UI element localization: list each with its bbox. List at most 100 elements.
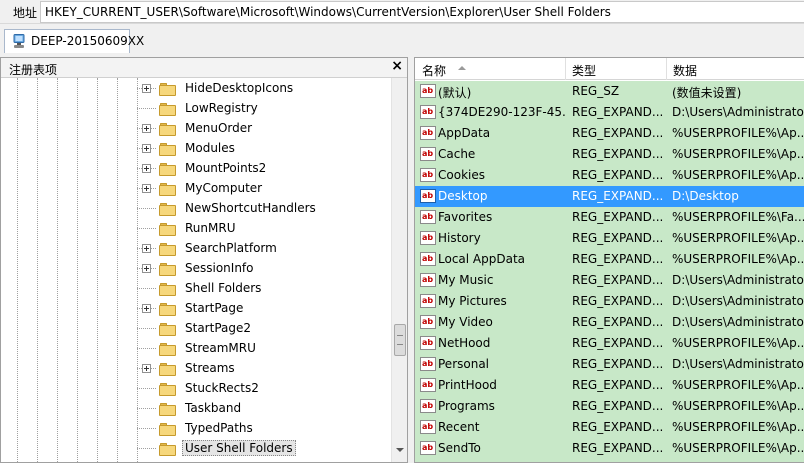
tree-item[interactable]: HideDesktopIcons [1, 79, 391, 99]
expand-plus-icon[interactable] [142, 244, 151, 253]
tree-item-label: Shell Folders [185, 281, 262, 295]
value-row[interactable]: ab Programs REG_EXPAND... %USERPROFILE%\Ap.… [415, 396, 804, 417]
expand-plus-icon[interactable] [142, 364, 151, 373]
value-type: REG_EXPAND... [572, 126, 664, 140]
value-name: My Music [438, 273, 494, 287]
value-row[interactable]: ab My Video REG_EXPAND... D:\Users\Administ… [415, 312, 804, 333]
folder-icon [159, 403, 177, 416]
folder-icon [159, 343, 177, 356]
value-row[interactable]: ab History REG_EXPAND... %USERPROFILE%\Ap..… [415, 228, 804, 249]
tree-item-label: LowRegistry [185, 101, 258, 115]
tree-connector [137, 408, 156, 409]
value-row[interactable]: ab Personal REG_EXPAND... D:\Users\Administ… [415, 354, 804, 375]
tree-item-label: NewShortcutHandlers [185, 201, 316, 215]
expand-plus-icon[interactable] [142, 304, 151, 313]
tree-item-label: RunMRU [185, 221, 236, 235]
value-row[interactable]: ab PrintHood REG_EXPAND... %USERPROFILE%\Ap… [415, 375, 804, 396]
value-type: REG_EXPAND... [572, 147, 664, 161]
value-row[interactable]: ab AppData REG_EXPAND... %USERPROFILE%\Ap..… [415, 123, 804, 144]
tree-item[interactable]: Streams [1, 359, 391, 379]
expand-plus-icon[interactable] [142, 264, 151, 273]
tree-item[interactable]: Modules [1, 139, 391, 159]
tree-item[interactable]: MenuOrder [1, 119, 391, 139]
tree-panel-header: 注册表项 × [1, 58, 407, 78]
tree-item[interactable]: RunMRU [1, 219, 391, 239]
expand-plus-icon[interactable] [142, 164, 151, 173]
tree-item-label: StuckRects2 [185, 381, 259, 395]
string-value-icon: ab [420, 399, 436, 413]
value-name: My Video [438, 315, 493, 329]
tree-item[interactable]: StartPage2 [1, 319, 391, 339]
string-value-icon: ab [420, 210, 436, 224]
folder-icon [159, 383, 177, 396]
tree-item[interactable]: MyComputer [1, 179, 391, 199]
value-row[interactable]: ab My Pictures REG_EXPAND... D:\Users\Admin… [415, 291, 804, 312]
value-type: REG_EXPAND... [572, 168, 664, 182]
column-header-type[interactable]: 类型 [572, 62, 596, 79]
string-value-icon: ab [420, 126, 436, 140]
tree-item[interactable]: LowRegistry [1, 99, 391, 119]
expand-plus-icon[interactable] [142, 184, 151, 193]
address-field[interactable]: HKEY_CURRENT_USER\Software\Microsoft\Win… [40, 1, 804, 23]
column-separator[interactable] [666, 58, 667, 80]
value-type: REG_EXPAND... [572, 357, 664, 371]
tree-item[interactable]: Shell Folders [1, 279, 391, 299]
tree-scrollbar[interactable] [391, 78, 407, 462]
tree-item[interactable]: TypedPaths [1, 419, 391, 439]
column-separator[interactable] [565, 58, 566, 80]
value-row[interactable]: ab My Music REG_EXPAND... D:\Users\Administ… [415, 270, 804, 291]
scroll-down-arrow-icon[interactable] [396, 448, 404, 452]
value-type: REG_EXPAND... [572, 210, 664, 224]
value-data: %USERPROFILE%\Ap... [672, 399, 804, 413]
value-row[interactable]: ab Local AppData REG_EXPAND... %USERPROFILE… [415, 249, 804, 270]
value-row[interactable]: ab Cookies REG_EXPAND... %USERPROFILE%\Ap..… [415, 165, 804, 186]
value-row[interactable]: ab SendTo REG_EXPAND... %USERPROFILE%\Ap... [415, 438, 804, 459]
value-name: Desktop [438, 189, 488, 203]
tab-computer[interactable]: DEEP-20150609XX [4, 29, 144, 53]
tree-item[interactable]: MountPoints2 [1, 159, 391, 179]
tree-connector [137, 228, 156, 229]
folder-icon [159, 423, 177, 436]
tree-item-label: MyComputer [185, 181, 263, 195]
tree-item[interactable]: Taskband [1, 399, 391, 419]
close-icon[interactable]: × [391, 58, 403, 74]
value-data: D:\Desktop [672, 189, 739, 203]
value-row[interactable]: ab Cache REG_EXPAND... %USERPROFILE%\Ap... [415, 144, 804, 165]
string-value-icon: ab [420, 231, 436, 245]
column-header-name[interactable]: 名称 [422, 62, 446, 79]
value-data: D:\Users\Administrato... [672, 294, 804, 308]
registry-values-panel: 名称 类型 数据 ab (默认) REG_SZ (数值未设置) ab {374DE290-… [414, 57, 804, 463]
value-type: REG_EXPAND... [572, 420, 664, 434]
value-name: NetHood [438, 336, 491, 350]
tree-item[interactable]: StartPage [1, 299, 391, 319]
value-row[interactable]: ab Recent REG_EXPAND... %USERPROFILE%\Ap... [415, 417, 804, 438]
scrollbar-thumb[interactable] [394, 324, 406, 356]
tree-item[interactable]: StreamMRU [1, 339, 391, 359]
value-row[interactable]: ab {374DE290-123F-45... REG_EXPAND... D:\Us… [415, 102, 804, 123]
value-type: REG_EXPAND... [572, 336, 664, 350]
tree-item[interactable]: StuckRects2 [1, 379, 391, 399]
value-row[interactable]: ab Favorites REG_EXPAND... %USERPROFILE%\Fa… [415, 207, 804, 228]
value-data: D:\Users\Administrato... [672, 105, 804, 119]
folder-icon [159, 123, 177, 136]
value-row[interactable]: ab NetHood REG_EXPAND... %USERPROFILE%\Ap..… [415, 333, 804, 354]
expand-plus-icon[interactable] [142, 84, 151, 93]
value-type: REG_EXPAND... [572, 441, 664, 455]
value-row[interactable]: ab (默认) REG_SZ (数值未设置) [415, 81, 804, 102]
column-header-data[interactable]: 数据 [673, 62, 697, 79]
value-name: My Pictures [438, 294, 507, 308]
tree-item[interactable]: SessionInfo [1, 259, 391, 279]
tree-item[interactable]: NewShortcutHandlers [1, 199, 391, 219]
tree-item[interactable]: User Shell Folders [1, 439, 391, 459]
value-type: REG_EXPAND... [572, 231, 664, 245]
value-data: %USERPROFILE%\Ap... [672, 126, 804, 140]
address-path: HKEY_CURRENT_USER\Software\Microsoft\Win… [45, 5, 611, 19]
expand-plus-icon[interactable] [142, 124, 151, 133]
tree-item[interactable]: SearchPlatform [1, 239, 391, 259]
address-label: 地址 [13, 6, 38, 20]
tree-item-label: User Shell Folders [182, 440, 296, 456]
string-value-icon: ab [420, 189, 436, 203]
string-value-icon: ab [420, 357, 436, 371]
expand-plus-icon[interactable] [142, 144, 151, 153]
value-row[interactable]: ab Desktop REG_EXPAND... D:\Desktop [415, 186, 804, 207]
